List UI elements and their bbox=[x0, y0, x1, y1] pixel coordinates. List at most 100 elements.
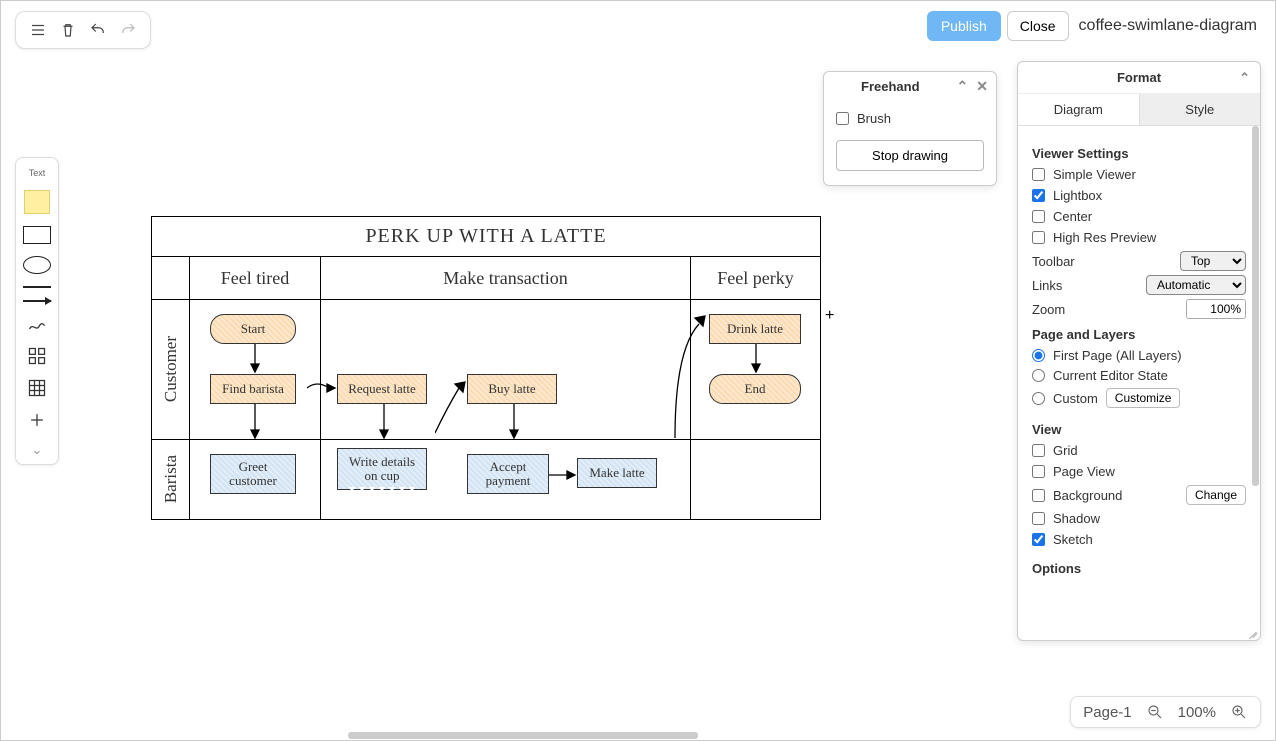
cursor-crosshair-icon: + bbox=[825, 307, 834, 325]
lightbox-label: Lightbox bbox=[1053, 188, 1102, 203]
horizontal-scrollbar[interactable] bbox=[348, 732, 698, 739]
shadow-row[interactable]: Shadow bbox=[1032, 511, 1246, 526]
format-resize-handle[interactable] bbox=[1246, 626, 1258, 638]
node-start[interactable]: Start bbox=[210, 314, 296, 344]
node-end[interactable]: End bbox=[709, 374, 801, 404]
format-collapse-icon[interactable]: ⌃ bbox=[1239, 70, 1250, 86]
viewer-settings-title: Viewer Settings bbox=[1032, 146, 1246, 161]
zoom-display[interactable]: 100% bbox=[1178, 704, 1216, 721]
high-res-checkbox[interactable] bbox=[1032, 231, 1045, 244]
pal-shapes-icon[interactable] bbox=[27, 346, 47, 366]
simple-viewer-label: Simple Viewer bbox=[1053, 167, 1136, 182]
page-view-row[interactable]: Page View bbox=[1032, 464, 1246, 479]
format-tabs: Diagram Style bbox=[1018, 94, 1260, 126]
center-checkbox[interactable] bbox=[1032, 210, 1045, 223]
custom-label: Custom bbox=[1053, 391, 1098, 406]
node-drink-latte[interactable]: Drink latte bbox=[709, 314, 801, 344]
zoom-input[interactable] bbox=[1186, 299, 1246, 319]
page-label[interactable]: Page-1 bbox=[1083, 704, 1131, 721]
background-row[interactable]: Background Change bbox=[1032, 485, 1246, 505]
phase-feel-perky[interactable]: Feel perky bbox=[690, 257, 820, 299]
phase-make-transaction[interactable]: Make transaction bbox=[320, 257, 690, 299]
customize-button[interactable]: Customize bbox=[1106, 388, 1181, 408]
shadow-label: Shadow bbox=[1053, 511, 1100, 526]
top-toolbar bbox=[15, 11, 151, 49]
sketch-label: Sketch bbox=[1053, 532, 1093, 547]
links-select[interactable]: Automatic bbox=[1146, 275, 1246, 295]
grid-checkbox[interactable] bbox=[1032, 444, 1045, 457]
center-label: Center bbox=[1053, 209, 1092, 224]
pal-freehand-icon[interactable] bbox=[27, 314, 47, 334]
toolbar-select[interactable]: Top bbox=[1180, 251, 1246, 271]
first-page-row[interactable]: First Page (All Layers) bbox=[1032, 348, 1246, 363]
node-make-latte[interactable]: Make latte bbox=[577, 458, 657, 488]
custom-row[interactable]: Custom Customize bbox=[1032, 388, 1246, 408]
lane-customer[interactable]: Customer bbox=[152, 299, 190, 439]
page-view-checkbox[interactable] bbox=[1032, 465, 1045, 478]
canvas[interactable]: PERK UP WITH A LATTE Customer Barista Fe… bbox=[61, 61, 1015, 700]
bottom-bar: Page-1 100% bbox=[1070, 696, 1261, 728]
lightbox-checkbox[interactable] bbox=[1032, 189, 1045, 202]
view-title: View bbox=[1032, 422, 1246, 437]
tab-style[interactable]: Style bbox=[1139, 94, 1261, 125]
format-panel: Format ⌃ Diagram Style Viewer Settings S… bbox=[1017, 61, 1261, 641]
tab-diagram[interactable]: Diagram bbox=[1018, 94, 1139, 125]
undo-icon[interactable] bbox=[86, 18, 110, 42]
pal-ellipse[interactable] bbox=[23, 256, 51, 274]
format-title: Format bbox=[1117, 70, 1161, 85]
delete-icon[interactable] bbox=[56, 18, 80, 42]
node-request-latte[interactable]: Request latte bbox=[337, 374, 427, 404]
node-buy-latte[interactable]: Buy latte bbox=[467, 374, 557, 404]
zoom-field-label: Zoom bbox=[1032, 302, 1065, 317]
background-label: Background bbox=[1053, 488, 1122, 503]
shape-palette: Text ⌄ bbox=[15, 157, 59, 465]
document-name[interactable]: coffee-swimlane-diagram bbox=[1075, 13, 1261, 39]
pal-text-tool[interactable]: Text bbox=[29, 168, 46, 178]
pal-add-icon[interactable] bbox=[27, 410, 47, 430]
simple-viewer-row[interactable]: Simple Viewer bbox=[1032, 167, 1246, 182]
top-right-controls: Publish Close coffee-swimlane-diagram bbox=[927, 11, 1261, 41]
background-checkbox[interactable] bbox=[1032, 489, 1045, 502]
redo-icon[interactable] bbox=[116, 18, 140, 42]
custom-radio[interactable] bbox=[1032, 392, 1045, 405]
shadow-checkbox[interactable] bbox=[1032, 512, 1045, 525]
center-row[interactable]: Center bbox=[1032, 209, 1246, 224]
node-find-barista[interactable]: Find barista bbox=[210, 374, 296, 404]
page-view-label: Page View bbox=[1053, 464, 1115, 479]
pal-arrow[interactable] bbox=[23, 300, 51, 302]
node-accept-payment[interactable]: Accept payment bbox=[467, 454, 549, 494]
grid-row[interactable]: Grid bbox=[1032, 443, 1246, 458]
pal-sticky-note[interactable] bbox=[24, 190, 50, 214]
high-res-row[interactable]: High Res Preview bbox=[1032, 230, 1246, 245]
links-field-label: Links bbox=[1032, 278, 1062, 293]
format-scrollbar[interactable] bbox=[1252, 126, 1259, 486]
pal-line[interactable] bbox=[23, 286, 51, 288]
diagram-title[interactable]: PERK UP WITH A LATTE bbox=[152, 217, 820, 257]
lightbox-row[interactable]: Lightbox bbox=[1032, 188, 1246, 203]
high-res-label: High Res Preview bbox=[1053, 230, 1156, 245]
page-layers-title: Page and Layers bbox=[1032, 327, 1246, 342]
first-page-radio[interactable] bbox=[1032, 349, 1045, 362]
pal-rectangle[interactable] bbox=[23, 226, 51, 244]
zoom-in-icon[interactable] bbox=[1230, 703, 1248, 721]
publish-button[interactable]: Publish bbox=[927, 11, 1001, 41]
sketch-row[interactable]: Sketch bbox=[1032, 532, 1246, 547]
pal-table-icon[interactable] bbox=[27, 378, 47, 398]
pal-expand-icon[interactable]: ⌄ bbox=[32, 442, 43, 458]
grid-label: Grid bbox=[1053, 443, 1078, 458]
node-greet-customer[interactable]: Greet customer bbox=[210, 454, 296, 494]
zoom-out-icon[interactable] bbox=[1146, 703, 1164, 721]
lane-barista[interactable]: Barista bbox=[152, 439, 190, 519]
options-title: Options bbox=[1032, 561, 1246, 576]
phase-feel-tired[interactable]: Feel tired bbox=[190, 257, 320, 299]
swimlane-container[interactable]: PERK UP WITH A LATTE Customer Barista Fe… bbox=[151, 216, 821, 520]
sketch-checkbox[interactable] bbox=[1032, 533, 1045, 546]
close-button[interactable]: Close bbox=[1007, 11, 1069, 41]
simple-viewer-checkbox[interactable] bbox=[1032, 168, 1045, 181]
node-write-details[interactable]: Write details on cup bbox=[337, 448, 427, 490]
current-editor-radio[interactable] bbox=[1032, 369, 1045, 382]
menu-icon[interactable] bbox=[26, 18, 50, 42]
current-editor-row[interactable]: Current Editor State bbox=[1032, 368, 1246, 383]
current-editor-label: Current Editor State bbox=[1053, 368, 1168, 383]
change-button[interactable]: Change bbox=[1186, 485, 1246, 505]
